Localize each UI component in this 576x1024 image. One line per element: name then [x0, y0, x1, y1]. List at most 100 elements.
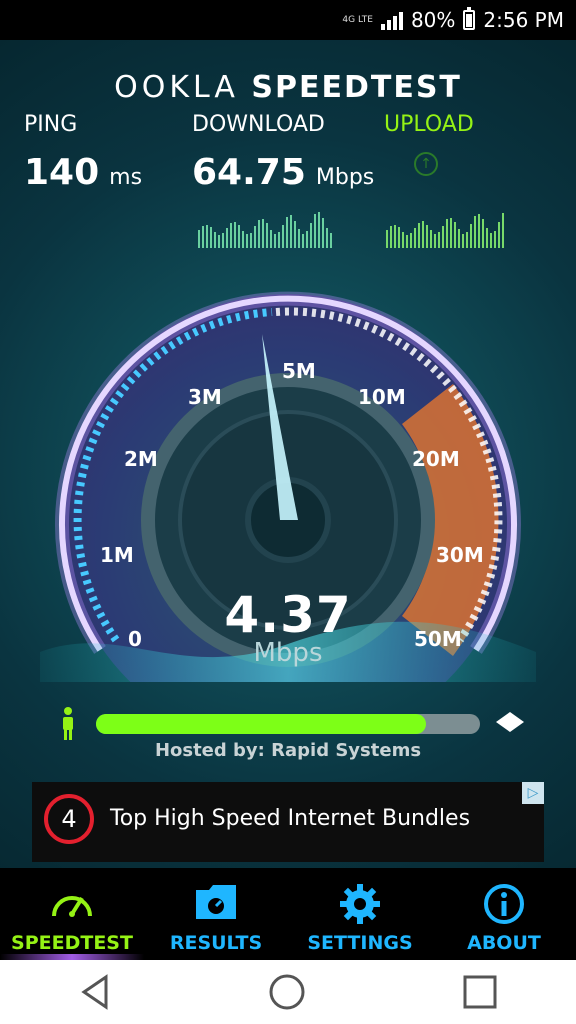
- adchoices-icon[interactable]: ▷: [522, 782, 544, 804]
- graph-bar: [446, 219, 448, 248]
- home-icon[interactable]: [268, 973, 306, 1011]
- speedometer-icon: [52, 896, 92, 917]
- graph-bar: [470, 224, 472, 248]
- tab-speedtest[interactable]: SPEEDTEST: [0, 868, 144, 960]
- graph-bar: [298, 229, 300, 248]
- tab-about[interactable]: ABOUT: [432, 868, 576, 960]
- graph-bar: [406, 235, 408, 248]
- progress-fill: [96, 714, 427, 734]
- graph-bar: [418, 223, 420, 248]
- graph-bar: [438, 232, 440, 248]
- tab-about-label: ABOUT: [467, 932, 541, 954]
- ping-unit: ms: [109, 165, 143, 190]
- download-unit: Mbps: [315, 165, 375, 190]
- graph-bar: [266, 223, 268, 248]
- graph-bar: [306, 231, 308, 248]
- speed-readout: 4.37 Mbps: [0, 586, 576, 668]
- graph-bar: [442, 226, 444, 248]
- app-logo: OOKLA SPEEDTEST: [0, 70, 576, 105]
- logo-ookla: OOKLA: [114, 70, 239, 105]
- tab-speedtest-label: SPEEDTEST: [11, 932, 133, 954]
- gear-icon: [340, 884, 380, 924]
- graph-bar: [198, 230, 200, 248]
- ping-label: PING: [24, 112, 78, 137]
- network-icon: 4G LTE: [342, 14, 373, 25]
- graph-bar: [282, 225, 284, 248]
- tab-settings-label: SETTINGS: [307, 932, 413, 954]
- graph-bar: [466, 232, 468, 248]
- graph-bar: [482, 219, 484, 248]
- graph-bar: [274, 234, 276, 248]
- graph-bar: [254, 226, 256, 248]
- graph-bar: [230, 223, 232, 248]
- battery-icon: [463, 7, 476, 30]
- graph-bar: [426, 225, 428, 248]
- graph-bar: [414, 228, 416, 248]
- progress-track: [96, 714, 480, 734]
- graph-bar: [422, 221, 424, 248]
- info-icon: [484, 884, 524, 924]
- bottom-nav: SPEEDTEST RESULTS SETTINGS ABOUT: [0, 868, 576, 960]
- graph-bar: [330, 233, 332, 248]
- graph-bar: [258, 220, 260, 248]
- ad-title[interactable]: Top High Speed Internet Bundles: [110, 806, 470, 831]
- graph-bar: [478, 214, 480, 248]
- graph-bar: [238, 225, 240, 248]
- graph-bar: [450, 218, 452, 248]
- tick-label: 3M: [188, 385, 222, 409]
- download-value-row: 64.75 Mbps: [192, 152, 374, 193]
- graph-bar: [226, 228, 228, 248]
- tick-label: 20M: [412, 447, 460, 471]
- tab-settings[interactable]: SETTINGS: [288, 868, 432, 960]
- graph-bar: [302, 234, 304, 248]
- graph-bar: [398, 227, 400, 248]
- graph-bar: [270, 230, 272, 248]
- graph-bar: [494, 231, 496, 248]
- graph-bar: [386, 230, 388, 248]
- graph-bar: [218, 235, 220, 248]
- graph-bar: [222, 233, 224, 248]
- hosted-by-text: Hosted by: Rapid Systems: [154, 740, 422, 761]
- graph-bar: [250, 233, 252, 248]
- graph-bar: [246, 234, 248, 248]
- graph-bar: [290, 215, 292, 248]
- graph-bar: [314, 214, 316, 248]
- signal-icon: [380, 10, 403, 30]
- graph-bar: [286, 217, 288, 248]
- ad-banner[interactable]: 4 Top High Speed Internet Bundles ▷: [32, 782, 544, 862]
- graph-bar: [242, 231, 244, 248]
- graph-bar: [498, 222, 500, 248]
- tick-label: 1M: [100, 543, 134, 567]
- logo-speedtest: SPEEDTEST: [251, 70, 462, 105]
- ad-badge: 4: [44, 794, 94, 844]
- system-nav-bar: [0, 960, 576, 1024]
- tab-results[interactable]: RESULTS: [144, 868, 288, 960]
- download-label: DOWNLOAD: [192, 112, 325, 137]
- graph-bar: [410, 233, 412, 248]
- tick-label: 5M: [282, 359, 316, 383]
- upload-arrow-icon: ↑: [414, 152, 438, 176]
- speedtest-screen: OOKLA SPEEDTEST PING 140 ms DOWNLOAD 64.7…: [0, 40, 576, 868]
- graph-bar: [262, 219, 264, 248]
- battery-percent: 80%: [410, 8, 456, 32]
- upload-label: UPLOAD: [384, 112, 474, 137]
- current-speed-unit: Mbps: [253, 638, 323, 668]
- back-icon[interactable]: [78, 974, 112, 1010]
- graph-bar: [278, 232, 280, 248]
- tick-label: 30M: [436, 543, 484, 567]
- graph-bar: [502, 213, 504, 248]
- graph-bar: [318, 212, 320, 248]
- ping-value: 140: [24, 152, 100, 193]
- status-bar: 4G LTE 80% 2:56 PM: [0, 0, 576, 40]
- graph-bar: [430, 230, 432, 248]
- graph-bar: [402, 232, 404, 248]
- recents-icon[interactable]: [462, 974, 498, 1010]
- current-speed-value: 4.37: [224, 586, 352, 644]
- graph-bar: [326, 228, 328, 248]
- graph-bar: [202, 226, 204, 248]
- graph-bar: [474, 216, 476, 248]
- graph-bar: [206, 225, 208, 248]
- ping-value-row: 140 ms: [24, 152, 142, 193]
- person-icon: [63, 707, 73, 740]
- graph-bar: [454, 222, 456, 248]
